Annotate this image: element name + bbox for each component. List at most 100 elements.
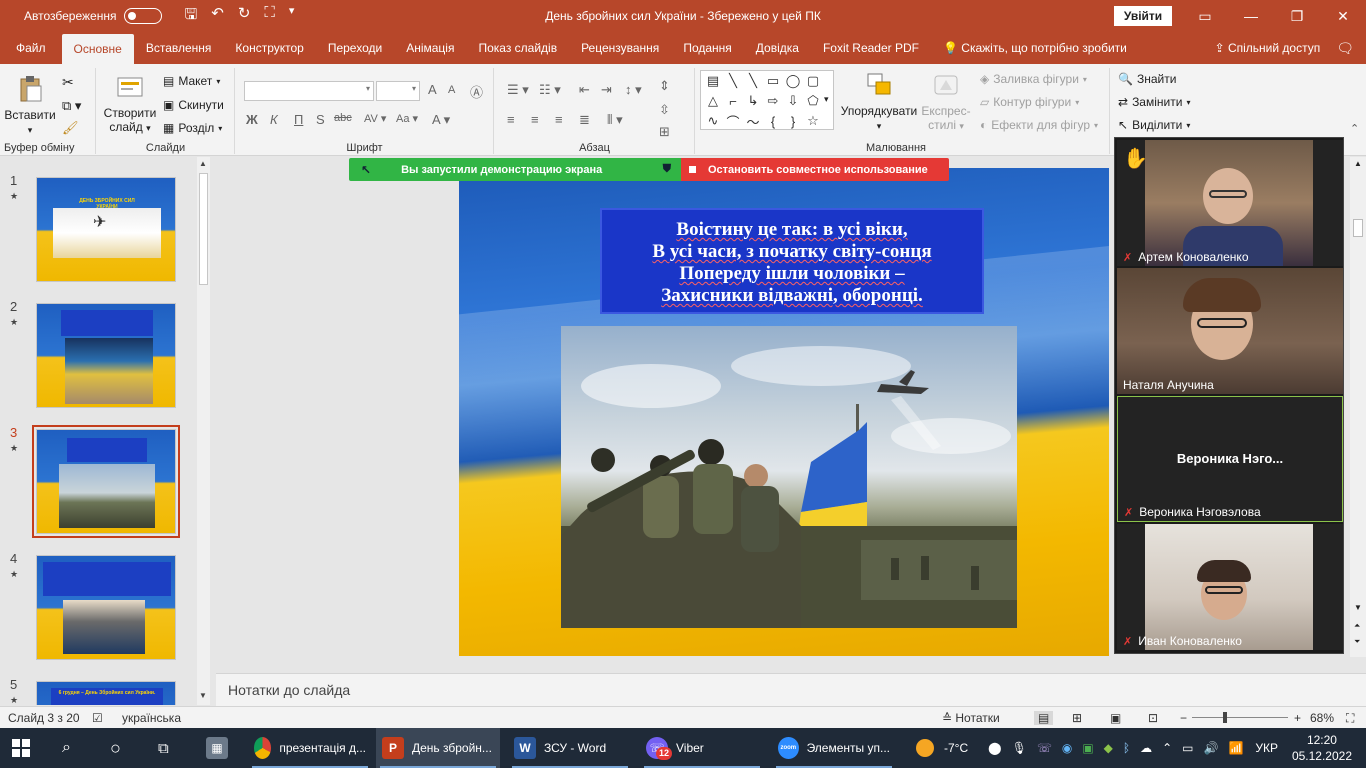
change-case-icon[interactable]: Aa ▾ [396, 112, 418, 125]
slide-poem-textbox[interactable]: Воістину це так: в усі віки, В усі часи,… [600, 208, 984, 314]
decrease-font-icon[interactable]: A [448, 84, 455, 96]
flow-shape-icon[interactable]: ⬠ [803, 91, 823, 111]
tab-design[interactable]: Конструктор [223, 32, 315, 64]
italic-button[interactable]: К [270, 112, 278, 127]
rounded-rect-icon[interactable]: ▢ [803, 71, 823, 91]
columns-icon[interactable]: ⫴ ▾ [607, 112, 623, 128]
scrollbar-thumb[interactable] [1353, 219, 1363, 237]
thumbnail-scrollbar[interactable]: ▲ ▼ [197, 157, 210, 705]
elbow-arrow-icon[interactable]: ↳ [743, 91, 763, 111]
freeform-icon[interactable]: ∿ [703, 111, 723, 131]
close-icon[interactable]: ✕ [1320, 0, 1366, 32]
participant-tile-3[interactable]: Вероника Нэго... ✗ Вероника Нэговэлова [1117, 396, 1343, 522]
tab-file[interactable]: Файл [0, 32, 62, 64]
keyboard-language[interactable]: УКР [1255, 741, 1278, 755]
tray-overflow-icon[interactable]: ⌃ [1162, 741, 1172, 755]
next-slide-icon[interactable]: ⏷ [1354, 637, 1360, 647]
triangle-shape-icon[interactable]: △ [703, 91, 723, 111]
strikethrough-button[interactable]: abc [334, 112, 352, 124]
present-icon[interactable]: ⛶ [264, 4, 275, 29]
current-slide[interactable]: Воістину це так: в усі віки, В усі часи,… [459, 168, 1109, 656]
search-icon[interactable]: ⌕ [62, 728, 71, 768]
scroll-down-icon[interactable]: ▼ [1354, 603, 1362, 612]
spellcheck-icon[interactable]: ☑ [92, 711, 103, 725]
reading-view-icon[interactable]: ▣ [1110, 711, 1121, 725]
smartart-icon[interactable]: ⊞ [659, 124, 670, 140]
find-button[interactable]: 🔍 Знайти [1118, 72, 1176, 86]
shadow-button[interactable]: S [316, 112, 325, 127]
align-right-icon[interactable]: ≡ [555, 112, 563, 127]
bluetooth-icon[interactable]: ᛒ [1123, 741, 1130, 755]
decrease-indent-icon[interactable]: ⇤ [579, 82, 590, 98]
tab-help[interactable]: Довідка [744, 32, 811, 64]
numbering-icon[interactable]: ☷ ▾ [539, 82, 561, 98]
slide-thumbnail-2[interactable]: 2 ★ [0, 283, 200, 408]
viber-tray-icon[interactable]: ☏ [1037, 741, 1052, 755]
volume-icon[interactable]: 🔊 [1204, 741, 1219, 755]
soldiers-photo[interactable] [561, 326, 1017, 628]
align-center-icon[interactable]: ≡ [531, 112, 539, 127]
arc-icon[interactable]: ⌒ [723, 111, 743, 131]
tab-home[interactable]: Основне [61, 34, 134, 64]
ribbon-display-icon[interactable]: ▭ [1182, 0, 1228, 32]
weather-temp[interactable]: -7°C [944, 741, 968, 755]
redo-icon[interactable]: ↻ [238, 4, 251, 29]
select-button[interactable]: ↖ Виділити ▾ [1118, 118, 1190, 132]
zoom-slider[interactable] [1192, 712, 1288, 723]
tab-view[interactable]: Подання [671, 32, 743, 64]
clear-format-icon[interactable]: Ⓐ [470, 82, 483, 101]
line-spacing-icon[interactable]: ↕ ▾ [625, 82, 642, 98]
normal-view-icon[interactable]: ▤ [1034, 711, 1054, 725]
align-left-icon[interactable]: ≡ [507, 112, 515, 127]
oval-shape-icon[interactable]: ◯ [783, 71, 803, 91]
copy-icon[interactable]: ⧉ ▾ [62, 98, 81, 114]
participant-tile-1[interactable]: ✋ ✗ Артем Коноваленко [1117, 140, 1343, 266]
zoom-in-icon[interactable]: + [1294, 711, 1301, 725]
shape-outline-button[interactable]: ▱ Контур фігури ▾ [980, 95, 1079, 109]
slide-thumbnail-3[interactable]: 3 ★ [0, 409, 200, 538]
slide-thumbnail-1[interactable]: 1 ★ ДЕНЬ ЗБРОЙНИХ СИЛ УКРАЇНИ ✈ [0, 157, 200, 282]
slideshow-view-icon[interactable]: ⊡ [1148, 711, 1158, 725]
share-button[interactable]: ⇪ Спільний доступ [1215, 41, 1321, 55]
slide-thumbnail-4[interactable]: 4 ★ [0, 535, 200, 660]
taskbar-app-viber[interactable]: ☏ 12 Viber [640, 728, 764, 768]
taskbar-app-powerpoint[interactable]: P День збройн... [376, 728, 500, 768]
down-arrow-icon[interactable]: ⇩ [783, 91, 803, 111]
green-tray-icon[interactable]: ◆ [1104, 741, 1113, 755]
tab-insert[interactable]: Вставлення [134, 32, 224, 64]
scroll-down-icon[interactable]: ▼ [199, 691, 207, 700]
brace-right-icon[interactable]: } [783, 111, 803, 131]
textbox-shape-icon[interactable]: ▤ [703, 71, 723, 91]
autosave-toggle[interactable] [124, 8, 163, 24]
right-arrow-icon[interactable]: ⇨ [763, 91, 783, 111]
network-icon[interactable]: 📶 [1228, 741, 1243, 755]
participant-tile-2[interactable]: Наталя Анучина [1117, 268, 1343, 394]
taskbar-clock[interactable]: 12:20 05.12.2022 [1292, 732, 1352, 764]
cortana-icon[interactable]: ○ [110, 728, 121, 768]
shapes-more-icon[interactable]: ▾ [824, 94, 829, 105]
shape-effects-button[interactable]: ◐ Ефекти для фігур ▾ [980, 118, 1098, 132]
quick-styles-button[interactable]: Експрес-стилі ▾ [920, 70, 972, 133]
new-slide-button[interactable]: Створити слайд ▾ [101, 72, 159, 135]
shapes-gallery[interactable]: ▤ ╲ ╲ ▭ ◯ ▢ △ ⌐ ↳ ⇨ ⇩ ⬠ ∿ ⌒ 〜{} ☆ [700, 70, 834, 130]
bullets-icon[interactable]: ☰ ▾ [507, 82, 529, 98]
curve-icon[interactable]: 〜 [743, 111, 763, 131]
slide-scrollbar[interactable]: ▲ ▼ ⏶ ⏷ [1350, 157, 1366, 657]
replace-button[interactable]: ⇄ Замінити ▾ [1118, 95, 1190, 109]
participant-tile-4[interactable]: ✗ Иван Коноваленко [1117, 524, 1343, 650]
onedrive-icon[interactable]: ☁ [1140, 741, 1152, 755]
maximize-icon[interactable]: ❐ [1274, 0, 1320, 32]
zoom-out-icon[interactable]: − [1180, 711, 1187, 725]
brace-left-icon[interactable]: { [763, 111, 783, 131]
signin-button[interactable]: Увійти [1114, 6, 1172, 26]
customize-qa-icon[interactable]: ▾ [289, 4, 295, 29]
scroll-up-icon[interactable]: ▲ [199, 159, 207, 168]
calculator-icon[interactable]: ▦ [206, 728, 228, 768]
scrollbar-thumb[interactable] [199, 173, 208, 285]
collapse-ribbon-icon[interactable]: ⌃ [1350, 122, 1359, 135]
spacing-icon[interactable]: AV ▾ [364, 112, 386, 125]
tab-foxit[interactable]: Foxit Reader PDF [811, 32, 931, 64]
reset-button[interactable]: ▣ Скинути [163, 98, 224, 112]
underline-button[interactable]: П [294, 112, 303, 127]
tab-review[interactable]: Рецензування [569, 32, 671, 64]
